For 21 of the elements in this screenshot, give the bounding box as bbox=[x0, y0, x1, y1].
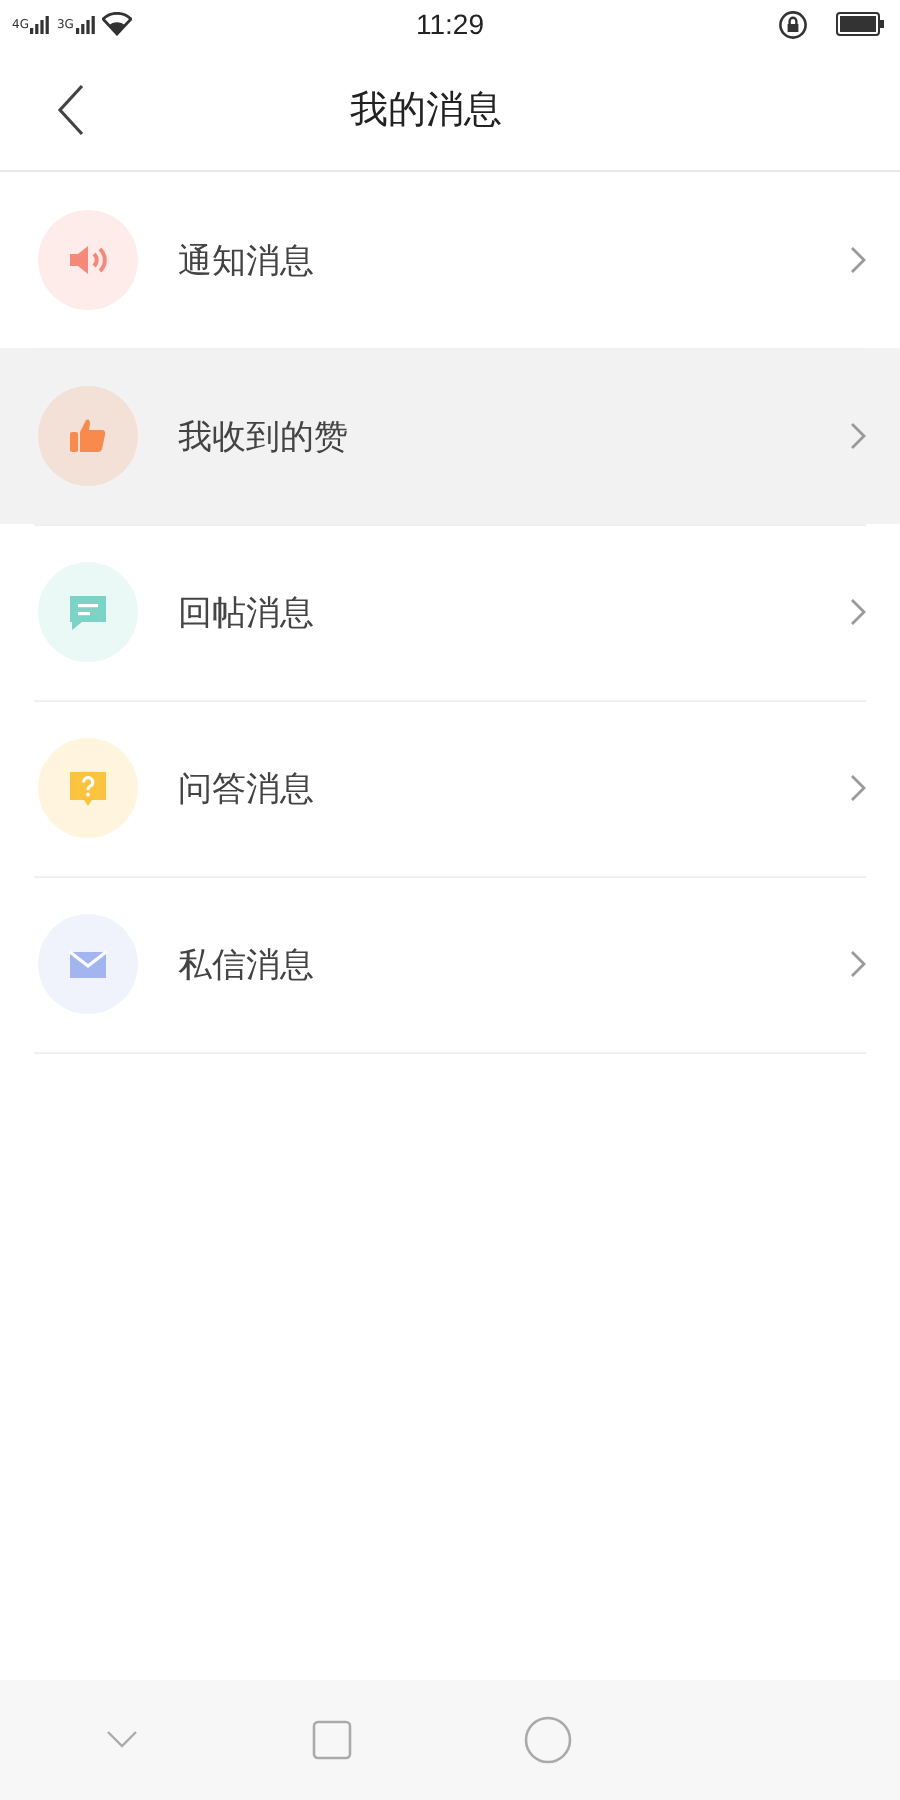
back-icon[interactable] bbox=[56, 83, 88, 135]
chevron-down-icon[interactable] bbox=[106, 1730, 139, 1750]
message-category-item[interactable]: 问答消息 bbox=[0, 700, 900, 876]
message-category-item[interactable]: 通知消息 bbox=[0, 172, 900, 348]
chevron-right-icon bbox=[850, 422, 866, 450]
signal-icon bbox=[75, 14, 96, 34]
wifi-icon bbox=[101, 12, 132, 36]
message-category-item[interactable]: 私信消息 bbox=[0, 876, 900, 1052]
page-title: 我的消息 bbox=[350, 85, 502, 135]
message-category-item[interactable]: 我收到的赞 bbox=[0, 348, 900, 524]
rotation-lock-icon bbox=[778, 9, 808, 39]
message-category-item[interactable]: 回帖消息 bbox=[0, 524, 900, 700]
circle-icon[interactable] bbox=[524, 1716, 573, 1764]
chevron-right-icon bbox=[850, 598, 866, 626]
status-time: 11:29 bbox=[414, 8, 486, 40]
battery-icon bbox=[836, 12, 884, 36]
chevron-right-icon bbox=[850, 950, 866, 978]
chevron-right-icon bbox=[850, 246, 866, 274]
signal-icon bbox=[30, 14, 51, 34]
chevron-right-icon bbox=[850, 774, 866, 802]
square-icon[interactable] bbox=[311, 1720, 352, 1760]
